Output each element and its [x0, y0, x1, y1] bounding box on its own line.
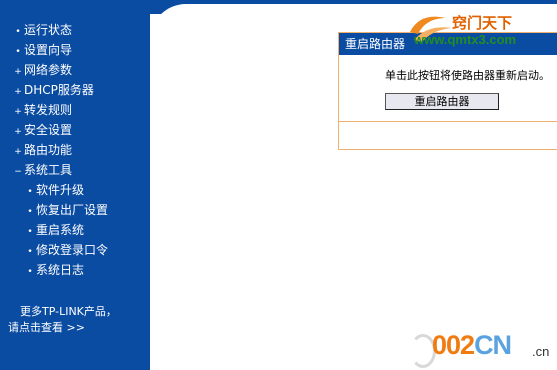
expand-icon: +	[14, 127, 22, 137]
bullet-icon: •	[27, 187, 33, 197]
sidebar-item-label: 修改登录口令	[36, 243, 109, 257]
more-products-link[interactable]: 更多TP-LINK产品， 请点击查看 >>	[8, 304, 148, 336]
sidebar-item-label: 软件升级	[36, 183, 85, 197]
bullet-icon: •	[15, 27, 21, 37]
sidebar-item-label: 系统日志	[36, 263, 85, 277]
sidebar-item-wizard[interactable]: • 设置向导	[0, 40, 150, 60]
expand-icon: +	[14, 87, 22, 97]
sidebar-item-network[interactable]: + 网络参数	[0, 60, 150, 80]
sidebar-item-label: 设置向导	[24, 43, 73, 57]
reboot-message: 单击此按钮将使路由器重新启动。	[385, 69, 550, 82]
more-products-line1: 更多TP-LINK产品，	[20, 305, 117, 318]
sidebar: • 运行状态 • 设置向导 + 网络参数 + DHCP服务器 + 转发规则 + 安全设置 +…	[0, 0, 150, 370]
watermark-bottom: 002CN .cn	[410, 330, 557, 370]
sidebar-item-label: 路由功能	[24, 143, 73, 157]
bullet-icon: •	[27, 227, 33, 237]
sidebar-item-label: 恢复出厂设置	[36, 203, 109, 217]
collapse-icon: −	[14, 167, 22, 177]
sidebar-menu: • 运行状态 • 设置向导 + 网络参数 + DHCP服务器 + 转发规则 + 安全设置 +…	[0, 20, 150, 280]
expand-icon: +	[14, 147, 22, 157]
sidebar-item-label: 重启系统	[36, 223, 85, 237]
sidebar-item-label: 转发规则	[24, 103, 73, 117]
sidebar-item-system-tools[interactable]: − 系统工具	[0, 160, 150, 180]
expand-icon: +	[14, 107, 22, 117]
sidebar-item-forwarding[interactable]: + 转发规则	[0, 100, 150, 120]
bullet-icon: •	[27, 207, 33, 217]
sidebar-item-label: DHCP服务器	[24, 83, 94, 97]
sidebar-item-status[interactable]: • 运行状态	[0, 20, 150, 40]
sidebar-item-security[interactable]: + 安全设置	[0, 120, 150, 140]
watermark-logo: 002CN	[432, 330, 512, 361]
watermark-site-name: 窍门天下	[452, 14, 513, 32]
sidebar-subitem-firmware-upgrade[interactable]: • 软件升级	[0, 180, 150, 200]
more-products-line2[interactable]: 请点击查看 >>	[8, 320, 148, 336]
watermark-url: www.qmtx3.com	[414, 32, 517, 47]
logo-tld: .cn	[532, 344, 550, 359]
panel-footer	[339, 122, 557, 149]
sidebar-subitem-change-password[interactable]: • 修改登录口令	[0, 240, 150, 260]
expand-icon: +	[14, 67, 22, 77]
sidebar-item-label: 系统工具	[24, 163, 73, 177]
sidebar-subitem-system-log[interactable]: • 系统日志	[0, 260, 150, 280]
bullet-icon: •	[27, 247, 33, 257]
panel-body: 单击此按钮将使路由器重新启动。 重启路由器	[339, 55, 557, 122]
watermark-top: 窍门天下 www.qmtx3.com	[402, 10, 557, 52]
logo-letters: CN	[474, 330, 512, 360]
bullet-icon: •	[27, 267, 33, 277]
sidebar-item-routing[interactable]: + 路由功能	[0, 140, 150, 160]
logo-digits: 002	[432, 330, 475, 360]
sidebar-subitem-reboot[interactable]: • 重启系统	[0, 220, 150, 240]
sidebar-item-label: 网络参数	[24, 63, 73, 77]
sidebar-item-dhcp[interactable]: + DHCP服务器	[0, 80, 150, 100]
sidebar-item-label: 运行状态	[24, 23, 73, 37]
sidebar-subitem-factory-reset[interactable]: • 恢复出厂设置	[0, 200, 150, 220]
sidebar-item-label: 安全设置	[24, 123, 73, 137]
bullet-icon: •	[15, 47, 21, 57]
reboot-button[interactable]: 重启路由器	[385, 93, 499, 110]
